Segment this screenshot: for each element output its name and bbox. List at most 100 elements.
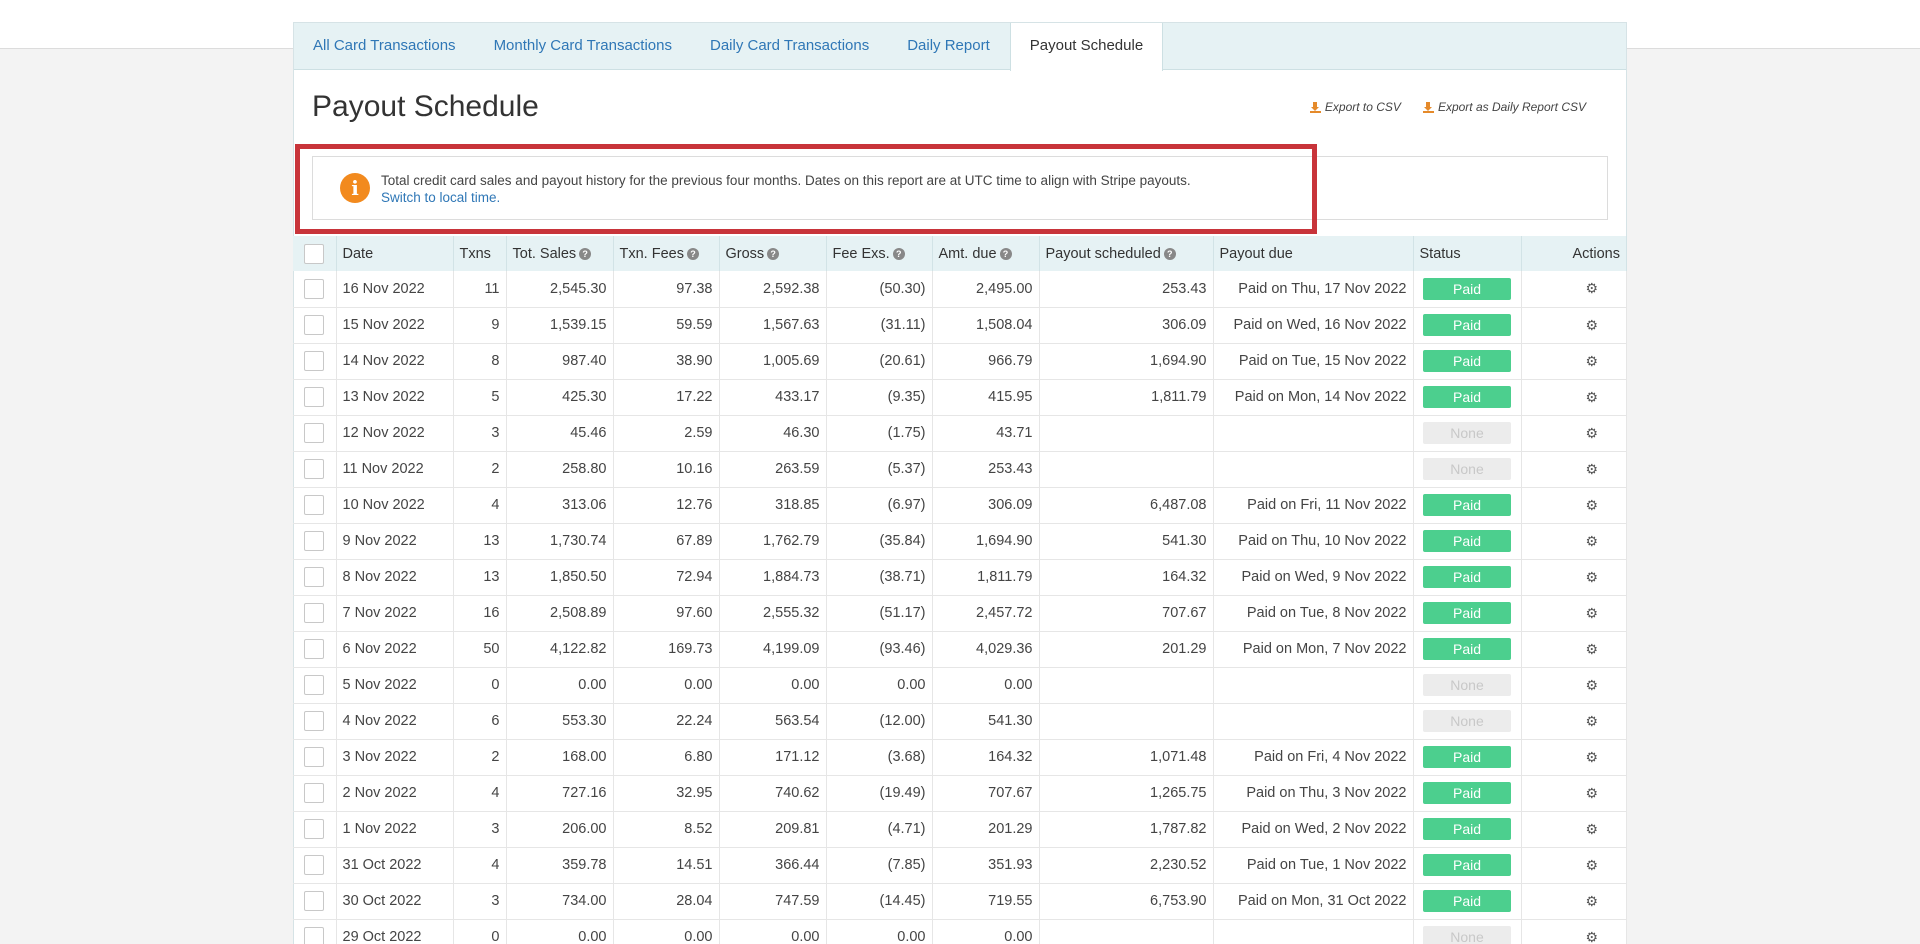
cell-gross: 1,567.63 (719, 307, 827, 344)
row-checkbox[interactable] (304, 278, 325, 299)
select-all-checkbox[interactable] (304, 243, 325, 264)
col-fee-exs[interactable]: Fee Exs.? (826, 236, 933, 271)
gear-icon[interactable]: ⚙ (1585, 533, 1598, 550)
table-row[interactable]: 10 Nov 2022 4 313.06 12.76 318.85 (6.97) 306.0… (293, 487, 1627, 524)
col-gross[interactable]: Gross? (719, 236, 827, 271)
row-checkbox[interactable] (304, 783, 325, 803)
row-checkbox[interactable] (304, 351, 325, 371)
export-csv-link[interactable]: Export to CSV (1309, 100, 1401, 114)
row-checkbox[interactable] (304, 639, 325, 659)
table-row[interactable]: 4 Nov 2022 6 553.30 22.24 563.54 (12.00) 541.3… (293, 703, 1627, 740)
col-status[interactable]: Status (1413, 236, 1522, 271)
cell-payout-scheduled: 306.09 (1039, 307, 1214, 344)
tab-daily-report[interactable]: Daily Report (888, 23, 1009, 70)
gear-icon[interactable]: ⚙ (1585, 353, 1598, 370)
table-row[interactable]: 6 Nov 2022 50 4,122.82 169.73 4,199.09 (93.46… (293, 631, 1627, 668)
question-circle-icon[interactable]: ? (892, 247, 905, 260)
question-circle-icon[interactable]: ? (767, 247, 780, 260)
gear-icon[interactable]: ⚙ (1585, 569, 1598, 586)
gear-icon[interactable]: ⚙ (1585, 461, 1598, 478)
row-checkbox[interactable] (304, 459, 325, 479)
gear-icon[interactable]: ⚙ (1585, 857, 1598, 874)
gear-icon[interactable]: ⚙ (1585, 389, 1598, 406)
table-row[interactable]: 11 Nov 2022 2 258.80 10.16 263.59 (5.37) 253.4… (293, 451, 1627, 488)
status-badge: Paid (1423, 350, 1511, 372)
cell-txns: 11 (453, 271, 507, 308)
gear-icon[interactable]: ⚙ (1585, 677, 1598, 694)
cell-status: Paid (1413, 343, 1522, 380)
col-txn-fees[interactable]: Txn. Fees? (613, 236, 720, 271)
gear-icon[interactable]: ⚙ (1585, 785, 1598, 802)
tab-payout-schedule[interactable]: Payout Schedule (1009, 23, 1164, 71)
cell-status: None (1413, 919, 1522, 944)
table-row[interactable]: 14 Nov 2022 8 987.40 38.90 1,005.69 (20.61) 96… (293, 343, 1627, 380)
gear-icon[interactable]: ⚙ (1585, 929, 1598, 944)
row-checkbox[interactable] (304, 747, 325, 767)
gear-icon[interactable]: ⚙ (1585, 641, 1598, 658)
gear-icon[interactable]: ⚙ (1585, 425, 1598, 442)
cell-fee-exs: (3.68) (826, 739, 933, 776)
row-checkbox[interactable] (304, 675, 325, 695)
table-row[interactable]: 1 Nov 2022 3 206.00 8.52 209.81 (4.71) 201.29 1… (293, 811, 1627, 848)
row-checkbox[interactable] (304, 495, 325, 515)
question-circle-icon[interactable]: ? (999, 247, 1012, 260)
question-circle-icon[interactable]: ? (1163, 247, 1176, 260)
table-row[interactable]: 9 Nov 2022 13 1,730.74 67.89 1,762.79 (35.84)… (293, 523, 1627, 560)
row-checkbox[interactable] (304, 423, 325, 443)
tab-all-card-transactions[interactable]: All Card Transactions (294, 23, 475, 70)
gear-icon[interactable]: ⚙ (1585, 605, 1598, 622)
col-amt-due-label: Amt. due (938, 245, 997, 262)
cell-txn-fees: 17.22 (613, 379, 720, 416)
table-row[interactable]: 16 Nov 2022 11 2,545.30 97.38 2,592.38 (50.30… (293, 271, 1627, 308)
row-checkbox[interactable] (304, 711, 325, 731)
gear-icon[interactable]: ⚙ (1585, 317, 1598, 334)
tab-monthly-card-transactions[interactable]: Monthly Card Transactions (475, 23, 691, 70)
cell-payout-scheduled: 1,265.75 (1039, 775, 1214, 812)
cell-fee-exs: (4.71) (826, 811, 933, 848)
col-payout-due[interactable]: Payout due (1213, 236, 1414, 271)
table-row[interactable]: 3 Nov 2022 2 168.00 6.80 171.12 (3.68) 164.32 1… (293, 739, 1627, 776)
row-checkbox[interactable] (304, 819, 325, 839)
cell-payout-due: Paid on Fri, 4 Nov 2022 (1213, 739, 1414, 776)
cell-txns: 4 (453, 847, 507, 884)
table-row[interactable]: 7 Nov 2022 16 2,508.89 97.60 2,555.32 (51.17)… (293, 595, 1627, 632)
gear-icon[interactable]: ⚙ (1585, 821, 1598, 838)
export-daily-csv-link[interactable]: Export as Daily Report CSV (1422, 100, 1586, 114)
table-row[interactable]: 5 Nov 2022 0 0.00 0.00 0.00 0.00 0.00 None ⚙ (293, 667, 1627, 704)
table-row[interactable]: 8 Nov 2022 13 1,850.50 72.94 1,884.73 (38.71)… (293, 559, 1627, 596)
cell-status: Paid (1413, 487, 1522, 524)
col-payout-scheduled[interactable]: Payout scheduled? (1039, 236, 1214, 271)
table-row[interactable]: 2 Nov 2022 4 727.16 32.95 740.62 (19.49) 707.6… (293, 775, 1627, 812)
row-checkbox[interactable] (304, 891, 325, 911)
cell-txn-fees: 32.95 (613, 775, 720, 812)
table-row[interactable]: 13 Nov 2022 5 425.30 17.22 433.17 (9.35) 415.9… (293, 379, 1627, 416)
question-circle-icon[interactable]: ? (686, 247, 699, 260)
table-row[interactable]: 15 Nov 2022 9 1,539.15 59.59 1,567.63 (31.11)… (293, 307, 1627, 344)
col-payout-due-label: Payout due (1219, 245, 1293, 262)
gear-icon[interactable]: ⚙ (1585, 713, 1598, 730)
col-txns[interactable]: Txns (453, 236, 507, 271)
row-checkbox[interactable] (304, 315, 325, 335)
table-row[interactable]: 12 Nov 2022 3 45.46 2.59 46.30 (1.75) 43.71 Non… (293, 415, 1627, 452)
row-checkbox[interactable] (304, 927, 325, 944)
gear-icon[interactable]: ⚙ (1585, 280, 1598, 297)
export-daily-csv-label: Export as Daily Report CSV (1437, 100, 1586, 114)
row-select-cell (293, 307, 337, 344)
table-row[interactable]: 29 Oct 2022 0 0.00 0.00 0.00 0.00 0.00 None ⚙ (293, 919, 1627, 944)
gear-icon[interactable]: ⚙ (1585, 749, 1598, 766)
cell-amt-due: 541.30 (932, 703, 1040, 740)
col-amt-due[interactable]: Amt. due? (932, 236, 1040, 271)
question-circle-icon[interactable]: ? (579, 247, 592, 260)
gear-icon[interactable]: ⚙ (1585, 497, 1598, 514)
col-date[interactable]: Date (336, 236, 454, 271)
table-row[interactable]: 31 Oct 2022 4 359.78 14.51 366.44 (7.85) 351.9… (293, 847, 1627, 884)
col-tot-sales[interactable]: Tot. Sales? (506, 236, 614, 271)
row-checkbox[interactable] (304, 531, 325, 551)
row-checkbox[interactable] (304, 567, 325, 587)
gear-icon[interactable]: ⚙ (1585, 893, 1598, 910)
tab-daily-card-transactions[interactable]: Daily Card Transactions (691, 23, 888, 70)
table-row[interactable]: 30 Oct 2022 3 734.00 28.04 747.59 (14.45) 719.… (293, 883, 1627, 920)
row-checkbox[interactable] (304, 603, 325, 623)
row-checkbox[interactable] (304, 855, 325, 875)
row-checkbox[interactable] (304, 387, 325, 407)
